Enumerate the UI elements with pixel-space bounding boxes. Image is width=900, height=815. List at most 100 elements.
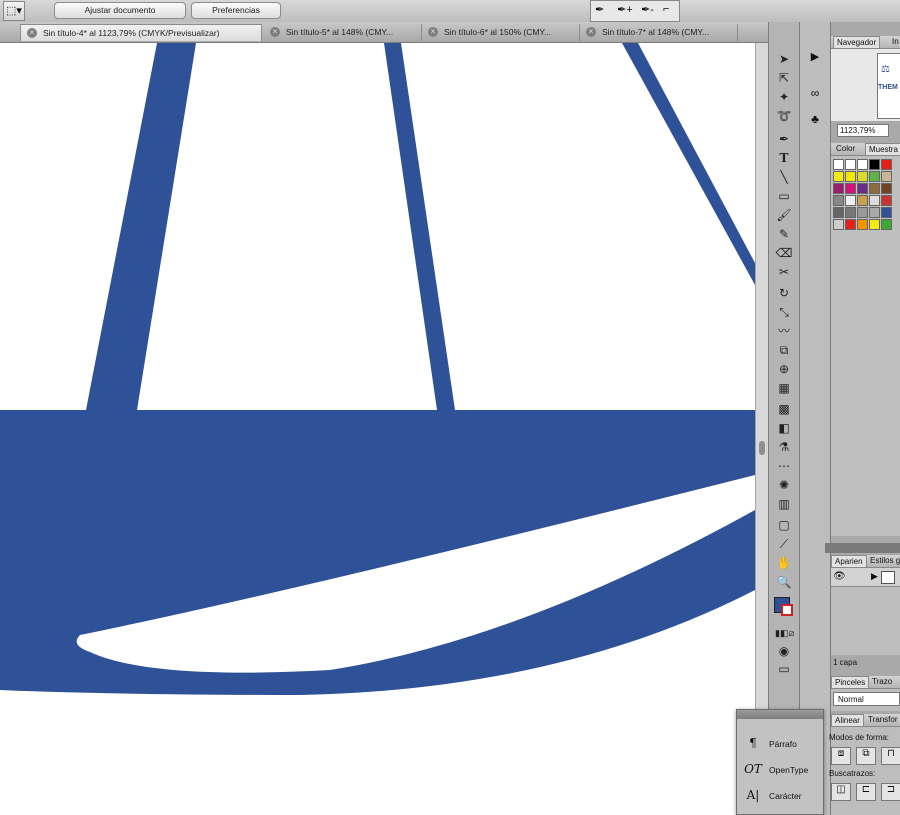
swatch[interactable]: [857, 183, 868, 194]
swatch[interactable]: [845, 219, 856, 230]
symbol-sprayer-icon[interactable]: ✺: [775, 476, 793, 494]
convert-anchor-icon[interactable]: ⌐: [663, 3, 669, 15]
swatch[interactable]: [857, 159, 868, 170]
swatch[interactable]: [857, 195, 868, 206]
scale-icon[interactable]: ⤡: [775, 303, 793, 321]
preferences-button[interactable]: Preferencias: [191, 2, 281, 19]
artboard-icon[interactable]: ▢: [775, 516, 793, 534]
column-graph-icon[interactable]: ▥: [775, 495, 793, 513]
unite-icon[interactable]: ⧈: [831, 747, 851, 765]
artboard-canvas[interactable]: [0, 43, 755, 815]
swatch[interactable]: [833, 183, 844, 194]
warp-icon[interactable]: 〰: [775, 322, 793, 340]
panel-grip[interactable]: [825, 543, 900, 553]
layer-row[interactable]: 👁 ▶: [831, 568, 900, 587]
swatch[interactable]: [845, 183, 856, 194]
screen-mode-icon[interactable]: ▭: [775, 660, 793, 678]
close-icon[interactable]: ×: [27, 28, 37, 38]
none-swatch[interactable]: [833, 159, 844, 170]
tab-transform[interactable]: Transfor: [865, 714, 900, 726]
type-tool-icon[interactable]: T: [775, 149, 793, 167]
free-transform-icon[interactable]: ⧉: [775, 341, 793, 359]
tab-document-6[interactable]: × Sin título-6* al 150% (CMY...: [422, 24, 580, 41]
line-tool-icon[interactable]: ╲: [775, 168, 793, 186]
float-titlebar[interactable]: [737, 710, 823, 719]
paragraph-panel-item[interactable]: ¶ Párrafo: [743, 734, 821, 752]
swatch[interactable]: [881, 195, 892, 206]
swatch[interactable]: [833, 219, 844, 230]
blend-icon[interactable]: ⋯: [775, 457, 793, 475]
shape-builder-icon[interactable]: ⊕: [775, 360, 793, 378]
zoom-field[interactable]: 1123,79%: [837, 124, 889, 137]
blend-mode-select[interactable]: Normal: [833, 692, 900, 706]
swatch[interactable]: [881, 183, 892, 194]
swatch[interactable]: [881, 207, 892, 218]
pencil-icon[interactable]: ✎: [775, 225, 793, 243]
close-icon[interactable]: ×: [270, 27, 280, 37]
registration-swatch[interactable]: [845, 159, 856, 170]
swatch[interactable]: [857, 219, 868, 230]
color-mode-icon[interactable]: ▮◧⧄: [775, 624, 794, 642]
eyedropper-icon[interactable]: ⚗: [775, 438, 793, 456]
tab-document-4[interactable]: × Sin título-4* al 1123,79% (CMYK/Previs…: [20, 24, 262, 41]
swatch[interactable]: [869, 219, 880, 230]
scroll-thumb[interactable]: [759, 441, 765, 455]
selection-tool-icon[interactable]: ⬚▾: [3, 1, 25, 21]
swatch[interactable]: [845, 171, 856, 182]
merge-icon[interactable]: ⊐: [881, 783, 900, 801]
symbols-panel-icon[interactable]: ♣: [806, 112, 824, 130]
minus-front-icon[interactable]: ⧉: [856, 747, 876, 765]
tab-graphic-styles[interactable]: Estilos g: [867, 555, 900, 567]
selection-arrow-icon[interactable]: ➤: [775, 50, 793, 68]
rotate-icon[interactable]: ↻: [775, 284, 793, 302]
character-panel-item[interactable]: A| Carácter: [743, 786, 821, 804]
tab-appearance[interactable]: Aparien: [831, 555, 867, 567]
navigator-preview[interactable]: ⚖ THEM: [831, 49, 900, 121]
zoom-icon[interactable]: 🔍: [775, 573, 793, 591]
swatch[interactable]: [857, 207, 868, 218]
expand-arrow-icon[interactable]: ▶: [871, 571, 878, 582]
swatch[interactable]: [857, 171, 868, 182]
swatch[interactable]: [869, 171, 880, 182]
links-panel-icon[interactable]: ∞: [806, 86, 824, 104]
tab-swatches[interactable]: Muestra: [865, 143, 900, 155]
swatch[interactable]: [833, 207, 844, 218]
close-icon[interactable]: ×: [586, 27, 596, 37]
magic-wand-icon[interactable]: ✦: [775, 88, 793, 106]
trim-icon[interactable]: ⊏: [856, 783, 876, 801]
eye-icon[interactable]: 👁: [833, 571, 846, 582]
paintbrush-icon[interactable]: 🖌: [775, 206, 793, 224]
actions-panel-icon[interactable]: ▶: [806, 50, 824, 66]
close-icon[interactable]: ×: [428, 27, 438, 37]
swatch[interactable]: [869, 159, 880, 170]
divide-icon[interactable]: ◫: [831, 783, 851, 801]
delete-anchor-icon[interactable]: ✒-: [641, 3, 654, 16]
draw-mode-icon[interactable]: ◉: [775, 642, 793, 660]
vertical-scrollbar[interactable]: [755, 43, 769, 815]
tab-info[interactable]: In: [889, 36, 900, 48]
lasso-icon[interactable]: ➰: [775, 107, 793, 125]
swatch[interactable]: [881, 159, 892, 170]
swatch[interactable]: [881, 219, 892, 230]
mesh-icon[interactable]: ▩: [775, 400, 793, 418]
gradient-icon[interactable]: ◧: [775, 419, 793, 437]
fit-document-button[interactable]: Ajustar documento: [54, 2, 186, 19]
eraser-icon[interactable]: ⌫: [775, 244, 793, 262]
opentype-panel-item[interactable]: OT OpenType: [743, 760, 821, 778]
tab-stroke[interactable]: Trazo: [869, 676, 895, 688]
tab-color[interactable]: Color: [833, 143, 858, 155]
perspective-icon[interactable]: ▦: [775, 379, 793, 397]
swatch[interactable]: [869, 183, 880, 194]
swatch[interactable]: [833, 195, 844, 206]
swatch[interactable]: [869, 207, 880, 218]
tab-align[interactable]: Alinear: [831, 714, 864, 726]
tab-document-5[interactable]: × Sin título-5* al 148% (CMY...: [264, 24, 422, 41]
hand-icon[interactable]: ✋: [775, 554, 793, 572]
swatch[interactable]: [833, 171, 844, 182]
tab-document-7[interactable]: × Sin título-7* al 148% (CMY...: [580, 24, 738, 41]
swatch[interactable]: [845, 207, 856, 218]
rectangle-tool-icon[interactable]: ▭: [775, 187, 793, 205]
tab-navigator[interactable]: Navegador: [833, 36, 881, 48]
slice-icon[interactable]: ⟋: [775, 535, 793, 553]
scissors-icon[interactable]: ✂: [775, 263, 793, 281]
